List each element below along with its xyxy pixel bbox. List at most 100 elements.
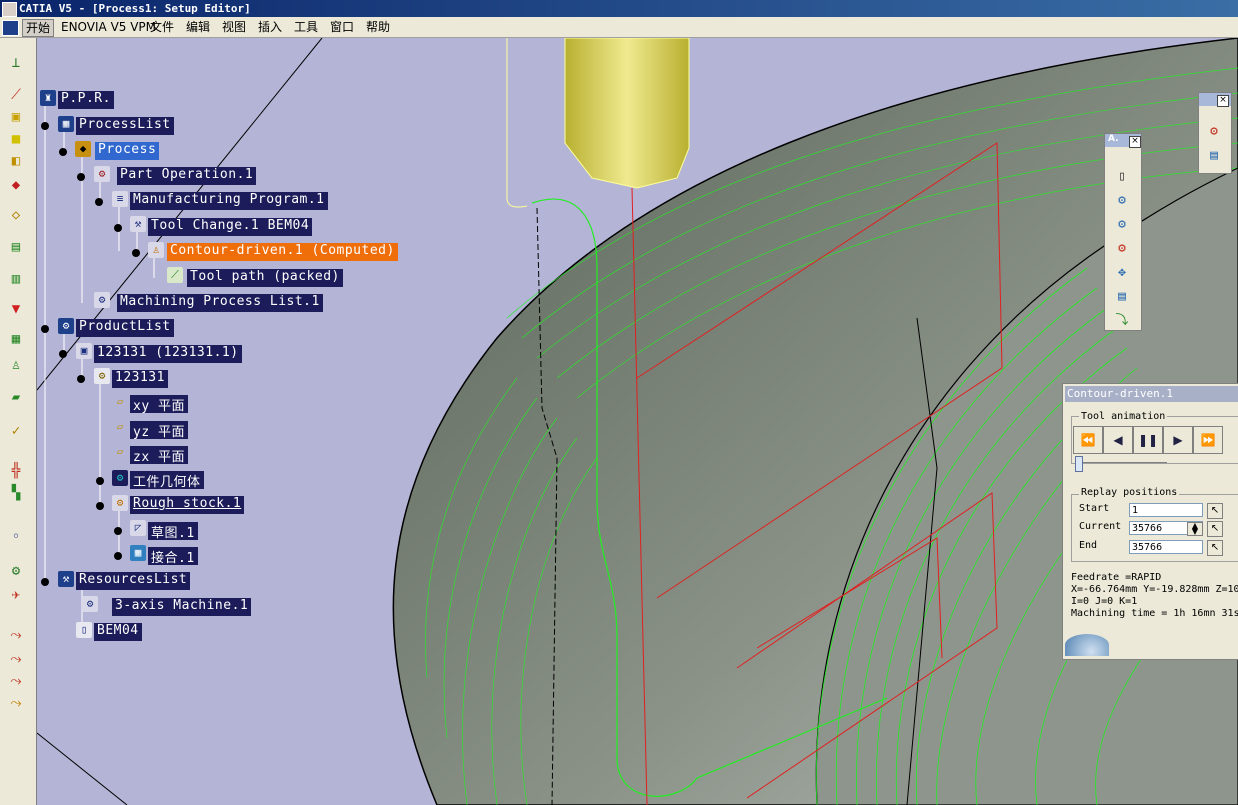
menu-file[interactable]: 文件: [147, 19, 177, 35]
collapse-icon[interactable]: [132, 249, 140, 257]
tree-node-join[interactable]: 接合.1: [148, 547, 198, 566]
tree-node-process[interactable]: Process: [95, 142, 160, 160]
expand-icon[interactable]: [114, 527, 122, 535]
tree-node-sketch[interactable]: 草图.1: [148, 522, 198, 541]
menu-enovia[interactable]: ENOVIA V5 VPM: [58, 19, 159, 35]
menu-insert[interactable]: 插入: [255, 19, 285, 35]
point-icon[interactable]: ◦: [6, 528, 26, 546]
list-icon[interactable]: ▤: [1205, 147, 1223, 165]
tree-node-contour-driven[interactable]: Contour-driven.1 (Computed): [167, 243, 398, 261]
document-system-icon[interactable]: [2, 20, 19, 36]
tree-node-tool-path[interactable]: Tool path (packed): [187, 269, 343, 287]
replay-tool-icon[interactable]: ⚙: [1113, 192, 1131, 210]
tree-node-manufacturing-program[interactable]: Manufacturing Program.1: [130, 192, 328, 210]
collapse-icon[interactable]: [41, 578, 49, 586]
pick-start-icon[interactable]: ↖: [1207, 503, 1223, 519]
tree-node-tool[interactable]: BEM04: [94, 623, 142, 641]
replay-icon[interactable]: ⤳: [6, 626, 26, 644]
tree-node-ppr[interactable]: P.P.R.: [58, 91, 114, 109]
pocketing-icon[interactable]: ▣: [6, 108, 26, 126]
tool-selection-icon[interactable]: ▯: [1113, 168, 1131, 186]
pencil-icon[interactable]: ▼: [6, 300, 26, 318]
collapse-icon[interactable]: [77, 375, 85, 383]
tree-node-zx-plane[interactable]: zx 平面: [130, 446, 188, 465]
part-operation-icon: ⚙: [94, 166, 110, 182]
fast-forward-button[interactable]: ⏩: [1193, 426, 1223, 454]
menu-window[interactable]: 窗口: [327, 19, 357, 35]
close-icon[interactable]: ×: [1129, 136, 1141, 148]
profile-contour-icon[interactable]: ⟋: [6, 86, 26, 104]
simulate-icon[interactable]: ⤳: [6, 650, 26, 668]
tree-node-resourceslist[interactable]: ResourcesList: [76, 572, 191, 590]
generate-output-icon[interactable]: ▤: [1113, 288, 1131, 306]
process-icon: ◆: [75, 141, 91, 157]
spiral-icon[interactable]: ▥: [6, 270, 26, 288]
rewind-button[interactable]: ⏪: [1073, 426, 1103, 454]
close-icon[interactable]: ×: [1217, 95, 1229, 107]
expand-icon[interactable]: [114, 552, 122, 560]
expand-icon[interactable]: [96, 477, 104, 485]
menu-tools[interactable]: 工具: [291, 19, 321, 35]
dialog-title[interactable]: Contour-driven.1: [1065, 386, 1238, 402]
step-back-button[interactable]: ◀: [1103, 426, 1133, 454]
tree-node-body[interactable]: 工件几何体: [130, 471, 204, 490]
tree-node-productlist[interactable]: ProductList: [76, 319, 174, 337]
menu-view[interactable]: 视图: [219, 19, 249, 35]
menu-edit[interactable]: 编辑: [183, 19, 213, 35]
catia-app-icon: [2, 2, 17, 17]
tool-icon[interactable]: ✈: [6, 586, 26, 604]
facing-icon[interactable]: ■: [6, 130, 26, 148]
tree-node-xy-plane[interactable]: xy 平面: [130, 395, 188, 414]
shop-doc-icon[interactable]: ⤵: [1113, 312, 1131, 330]
isoparametric-icon[interactable]: ▦: [6, 330, 26, 348]
sweeping-icon[interactable]: ◆: [6, 176, 26, 194]
machine-icon[interactable]: ⚙: [6, 562, 26, 580]
menu-help[interactable]: 帮助: [363, 19, 393, 35]
plane-icon: ▱: [112, 444, 128, 460]
collapse-icon[interactable]: [114, 224, 122, 232]
join-icon: ▦: [130, 545, 146, 561]
offset-group-icon[interactable]: ▰: [6, 388, 26, 406]
current-spinner[interactable]: ▲ ▼: [1187, 522, 1203, 536]
video-icon[interactable]: ⚙: [1113, 216, 1131, 234]
tree-node-part-operation[interactable]: Part Operation.1: [117, 167, 257, 185]
remove-material-icon[interactable]: ✥: [1113, 264, 1131, 282]
end-field[interactable]: 35766: [1129, 540, 1203, 554]
start-field[interactable]: 1: [1129, 503, 1203, 517]
check-icon[interactable]: ✓: [6, 422, 26, 440]
pick-end-icon[interactable]: ↖: [1207, 540, 1223, 556]
collapse-icon[interactable]: [77, 173, 85, 181]
tree-node-rough-stock[interactable]: Rough stock.1: [130, 496, 245, 514]
tree-node-part[interactable]: 123131: [112, 370, 168, 388]
pause-button[interactable]: ❚❚: [1133, 426, 1163, 454]
pattern-icon[interactable]: ▚: [6, 484, 26, 502]
axis-icon[interactable]: ⊥: [6, 54, 26, 72]
tree-node-machine[interactable]: 3-axis Machine.1: [112, 598, 252, 616]
collapse-icon[interactable]: [59, 148, 67, 156]
documentation-icon[interactable]: ⤳: [6, 694, 26, 712]
menu-start[interactable]: 开始: [22, 19, 55, 37]
tree-node-machining-process-list[interactable]: Machining Process List.1: [117, 294, 323, 312]
collapse-icon[interactable]: [59, 350, 67, 358]
tree-node-yz-plane[interactable]: yz 平面: [130, 421, 188, 440]
tree-node-product[interactable]: 123131 (123131.1): [94, 345, 242, 363]
step-forward-button[interactable]: ▶: [1163, 426, 1193, 454]
roughing-icon[interactable]: ◧: [6, 152, 26, 170]
feature-icon[interactable]: ╬: [6, 462, 26, 480]
3d-viewport[interactable]: ♜ P.P.R. ▦ ProcessList ◆ Process ⚙ Part …: [37, 38, 1238, 805]
collapse-icon[interactable]: [95, 198, 103, 206]
collapse-icon[interactable]: [41, 325, 49, 333]
animation-slider-thumb[interactable]: [1075, 456, 1083, 472]
animation-slider-track: [1077, 462, 1167, 463]
nc-output-icon[interactable]: ⤳: [6, 672, 26, 690]
machine-tool-icon[interactable]: ⚙: [1205, 123, 1223, 141]
zlevel-icon[interactable]: ◇: [6, 206, 26, 224]
collapse-icon[interactable]: [96, 502, 104, 510]
pick-current-icon[interactable]: ↖: [1207, 521, 1223, 537]
geometry-zone-icon[interactable]: ♙: [6, 356, 26, 374]
tree-node-tool-change[interactable]: Tool Change.1 BEM04: [148, 218, 313, 236]
collision-icon[interactable]: ⚙: [1113, 240, 1131, 258]
collapse-icon[interactable]: [41, 122, 49, 130]
contour-driven-icon[interactable]: ▤: [6, 238, 26, 256]
tree-node-processlist[interactable]: ProcessList: [76, 117, 174, 135]
